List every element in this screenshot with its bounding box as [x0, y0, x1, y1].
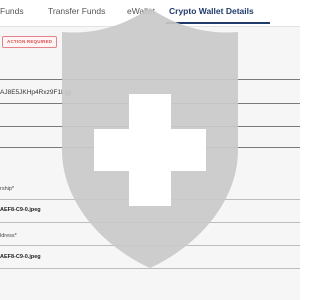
upload-label-ownership: rship*	[0, 186, 15, 192]
tab-crypto-wallet-details[interactable]: Crypto Wallet Details	[169, 6, 254, 16]
crypto-wallet-details-page: Funds Transfer Funds eWallet Crypto Wall…	[0, 0, 300, 300]
wallet-address-value: AJ8E5JKHp4Rxz9F1Lgy	[0, 89, 72, 96]
content-panel	[0, 27, 300, 300]
tab-bar: Funds Transfer Funds eWallet Crypto Wall…	[0, 0, 300, 27]
action-required-badge: ACTION REQUIRED	[2, 36, 58, 48]
empty-input-row[interactable]	[0, 127, 300, 146]
field-divider	[0, 268, 300, 269]
uploaded-file-ownership[interactable]: AEF8-C9-0.jpeg	[0, 207, 41, 213]
empty-input-row[interactable]	[0, 104, 300, 125]
field-divider	[0, 222, 300, 223]
field-divider	[0, 79, 300, 80]
active-tab-indicator	[166, 22, 270, 24]
field-divider	[0, 245, 300, 246]
field-divider	[0, 199, 300, 200]
tab-ewallet[interactable]: eWallet	[127, 6, 155, 16]
field-divider	[0, 147, 300, 148]
tab-transfer-funds[interactable]: Transfer Funds	[48, 6, 105, 16]
uploaded-file-address[interactable]: AEF8-C9-0.jpeg	[0, 254, 41, 260]
upload-label-address: ldress*	[0, 233, 17, 239]
tab-funds[interactable]: Funds	[0, 6, 24, 16]
